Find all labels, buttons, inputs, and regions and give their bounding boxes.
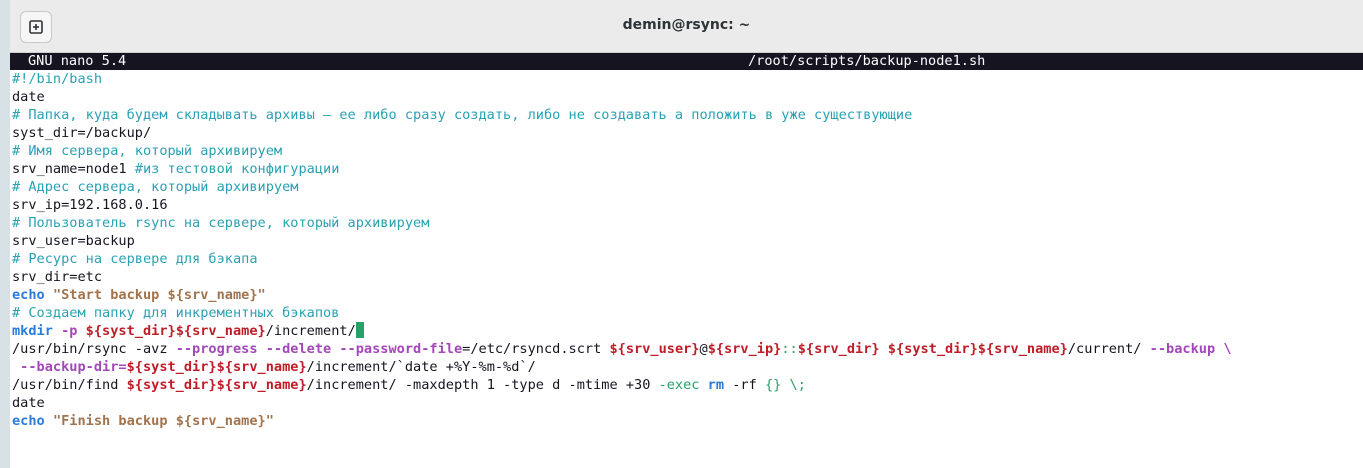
- code-line: # Ресурс на сервере для бэкапа: [12, 250, 1361, 268]
- nano-version: GNU nano 5.4: [28, 53, 127, 69]
- variable-name: srv_user: [12, 233, 78, 249]
- assignment: =etc: [69, 269, 103, 285]
- path: =/etc/rsyncd.scrt: [462, 341, 610, 357]
- code-line: srv_ip=192.168.0.16: [12, 196, 1361, 214]
- variable-ref: ${syst_dir}${srv_name}: [126, 377, 307, 393]
- variable-name: srv_ip: [12, 197, 62, 213]
- operator: {} \;: [764, 377, 806, 393]
- window-title: demin@rsync: ~: [622, 17, 751, 33]
- inline-comment: #из тестовой конфигурации: [134, 161, 340, 177]
- variable-ref: ${syst_dir}${srv_name}: [126, 359, 307, 375]
- editor-buffer[interactable]: #!/bin/bash date # Папка, куда будем скл…: [12, 70, 1361, 430]
- keyword: echo: [12, 413, 45, 429]
- keyword: rm: [707, 377, 725, 393]
- assignment: =node1: [77, 161, 135, 177]
- title-bar: demin@rsync: ~: [10, 0, 1363, 53]
- keyword: echo: [12, 287, 45, 303]
- variable-ref: ${syst_dir}${srv_name}: [887, 341, 1068, 357]
- separator: @: [699, 341, 708, 357]
- keyword: mkdir: [12, 323, 53, 339]
- assignment: =192.168.0.16: [61, 197, 168, 213]
- variable-name: srv_name: [12, 161, 78, 177]
- path: /increment/: [265, 323, 356, 339]
- comment: # Пользователь rsync на сервере, который…: [12, 215, 430, 231]
- nano-header-bar: GNU nano 5.4 /root/scripts/backup-node1.…: [10, 53, 1363, 70]
- comment: # Ресурс на сервере для бэкапа: [12, 251, 258, 267]
- code-line: syst_dir=/backup/: [12, 124, 1361, 142]
- code-line: date: [12, 88, 1361, 106]
- string: "Finish backup ${srv_name}": [52, 413, 274, 429]
- separator: ::: [781, 341, 798, 357]
- command: date: [12, 89, 45, 105]
- command: /usr/bin/rsync -avz: [12, 341, 176, 357]
- code-line: # Создаем папку для инкрементных бэкапов: [12, 304, 1361, 322]
- code-line: srv_name=node1 #из тестовой конфигурации: [12, 160, 1361, 178]
- code-line: mkdir -p ${syst_dir}${srv_name}/incremen…: [12, 322, 1361, 340]
- command: date: [12, 395, 45, 411]
- assignment: =/backup/: [77, 125, 152, 141]
- variable-name: syst_dir: [12, 125, 78, 141]
- nano-filename: /root/scripts/backup-node1.sh: [748, 53, 986, 69]
- code-line: srv_dir=etc: [12, 268, 1361, 286]
- flag: -p: [61, 323, 78, 339]
- variable-ref: ${srv_ip}: [707, 341, 782, 357]
- code-line: --backup-dir=${syst_dir}${srv_name}/incr…: [12, 358, 1361, 376]
- path: /current/: [1067, 341, 1150, 357]
- arguments: -rf: [724, 377, 765, 393]
- code-line: /usr/bin/find ${syst_dir}${srv_name}/inc…: [12, 376, 1361, 394]
- code-line: srv_user=backup: [12, 232, 1361, 250]
- flag: --progress --delete --password-file: [175, 341, 463, 357]
- code-line: /usr/bin/rsync -avz --progress --delete …: [12, 340, 1361, 358]
- code-line: date: [12, 394, 1361, 412]
- arguments: /increment/ -maxdepth 1 -type d -mtime +…: [306, 377, 659, 393]
- shebang: #!/bin/bash: [12, 71, 103, 87]
- flag: --backup-dir=: [12, 359, 127, 375]
- variable-name: srv_dir: [12, 269, 70, 285]
- code-line: # Имя сервера, который архивируем: [12, 142, 1361, 160]
- text-cursor: [355, 322, 364, 338]
- code-line: # Адрес сервера, который архивируем: [12, 178, 1361, 196]
- flag: --backup \: [1149, 341, 1232, 357]
- assignment: =backup: [77, 233, 135, 249]
- flag: -exec: [658, 377, 700, 393]
- comment: # Адрес сервера, который архивируем: [12, 179, 299, 195]
- code-line: echo "Finish backup ${srv_name}": [12, 412, 1361, 430]
- path: /increment/`date +%Y-%m-%d`/: [306, 359, 536, 375]
- command: /usr/bin/find: [12, 377, 127, 393]
- variable-ref: ${syst_dir}${srv_name}: [85, 323, 266, 339]
- code-line: #!/bin/bash: [12, 70, 1361, 88]
- comment: # Имя сервера, который архивируем: [12, 143, 283, 159]
- terminal-area[interactable]: GNU nano 5.4 /root/scripts/backup-node1.…: [10, 53, 1363, 468]
- variable-ref: ${srv_user}: [609, 341, 700, 357]
- code-line: echo "Start backup ${srv_name}": [12, 286, 1361, 304]
- terminal-window: demin@rsync: ~ GNU nano 5.4 /root/script…: [0, 0, 1363, 468]
- variable-ref: ${srv_dir}: [797, 341, 880, 357]
- string: "Start backup ${srv_name}": [52, 287, 266, 303]
- comment: # Создаем папку для инкрементных бэкапов: [12, 305, 340, 321]
- code-line: # Пользователь rsync на сервере, который…: [12, 214, 1361, 232]
- comment: # Папка, куда будем складывать архивы — …: [12, 107, 913, 123]
- code-line: # Папка, куда будем складывать архивы — …: [12, 106, 1361, 124]
